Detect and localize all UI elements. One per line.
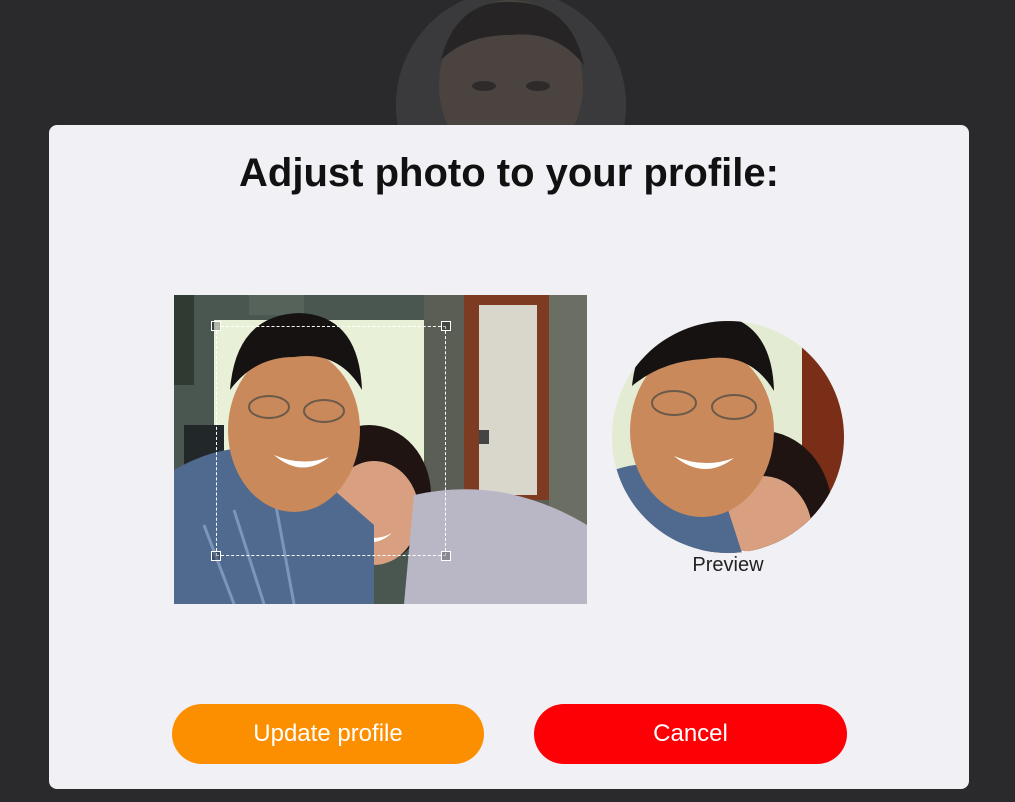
profile-preview-circle [612,321,844,553]
crop-selection-box[interactable] [211,321,451,561]
modal-title: Adjust photo to your profile: [239,151,779,195]
preview-image [612,321,844,553]
crop-handle-top-left-icon[interactable] [211,321,221,331]
crop-handle-bottom-right-icon[interactable] [441,551,451,561]
cancel-button[interactable]: Cancel [534,704,847,764]
photo-crop-area[interactable] [174,295,587,604]
crop-handle-top-right-icon[interactable] [441,321,451,331]
crop-handle-bottom-left-icon[interactable] [211,551,221,561]
adjust-photo-modal: Adjust photo to your profile: Preview Up… [49,125,969,789]
update-profile-button[interactable]: Update profile [172,704,484,764]
preview-label: Preview [692,554,764,576]
